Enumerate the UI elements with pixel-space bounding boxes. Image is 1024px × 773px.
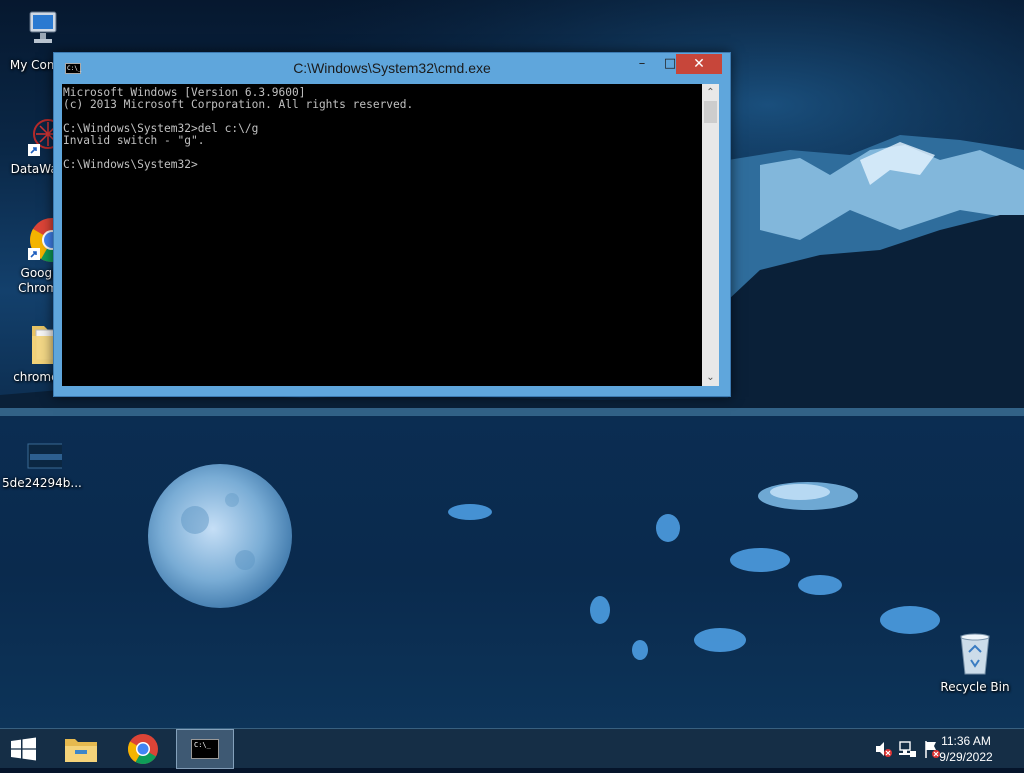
console-area[interactable]: Microsoft Windows [Version 6.3.9600] (c)… (62, 84, 702, 386)
computer-icon (14, 8, 62, 56)
desktop-icon-recycle-bin[interactable]: Recycle Bin (937, 630, 1013, 695)
desktop-icon-image-file[interactable]: 5de24294b... (0, 426, 82, 491)
vertical-scrollbar[interactable]: ⌃ ⌄ (702, 84, 719, 386)
cmd-window[interactable]: C:\_ C:\Windows\System32\cmd.exe – □ ✕ M… (53, 52, 731, 397)
scroll-up-icon[interactable]: ⌃ (702, 84, 719, 101)
taskbar-file-explorer[interactable] (58, 729, 104, 769)
taskbar: C:\_ 11:36 AM 9/29/2022 (0, 728, 1024, 769)
network-icon[interactable] (896, 729, 920, 769)
taskbar-cmd[interactable]: C:\_ (176, 729, 234, 769)
clock-date: 9/29/2022 (939, 750, 993, 764)
windows-logo-icon (11, 737, 36, 761)
desktop-icon-label: Recycle Bin (940, 680, 1010, 694)
title-bar[interactable]: C:\_ C:\Windows\System32\cmd.exe – □ ✕ (54, 53, 730, 84)
close-button[interactable]: ✕ (676, 54, 722, 74)
scroll-down-icon[interactable]: ⌄ (702, 369, 719, 386)
start-button[interactable] (0, 729, 48, 769)
console-output: Microsoft Windows [Version 6.3.9600] (c)… (63, 86, 414, 171)
chrome-icon (127, 734, 158, 765)
image-file-icon (14, 426, 75, 474)
recycle-bin-icon (951, 630, 999, 678)
scrollbar-thumb[interactable] (704, 101, 717, 123)
minimize-button[interactable]: – (628, 54, 656, 74)
cmd-icon-text: C:\_ (194, 741, 211, 749)
desktop-icon-label: 5de24294b... (2, 476, 82, 490)
system-clock[interactable]: 11:36 AM 9/29/2022 (926, 733, 1006, 765)
clock-time: 11:36 AM (941, 734, 991, 748)
folder-icon (65, 739, 97, 762)
taskbar-chrome[interactable] (120, 729, 166, 769)
volume-muted-icon[interactable] (872, 729, 896, 769)
cmd-icon: C:\_ (191, 739, 219, 759)
